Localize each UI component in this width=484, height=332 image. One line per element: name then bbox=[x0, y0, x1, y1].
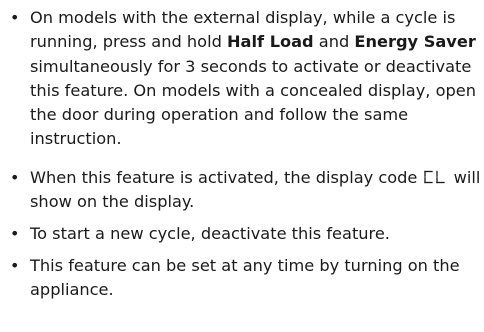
display-code-icon: CL bbox=[423, 170, 445, 184]
bullet-icon: • bbox=[10, 8, 20, 27]
list-item-text: To start a new cycle, deactivate this fe… bbox=[30, 224, 390, 243]
list-item-text: When this feature is activated, the disp… bbox=[30, 168, 481, 212]
energy-saver-label: Energy Saver bbox=[354, 32, 476, 52]
bullet-icon: • bbox=[10, 256, 20, 275]
bullet-icon: • bbox=[10, 224, 20, 243]
list-item-text: This feature can be set at any time by t… bbox=[30, 256, 460, 300]
list-item-text: On models with the external display, whi… bbox=[30, 8, 476, 149]
bullet-icon: • bbox=[10, 168, 20, 187]
half-load-label: Half Load bbox=[227, 32, 314, 52]
